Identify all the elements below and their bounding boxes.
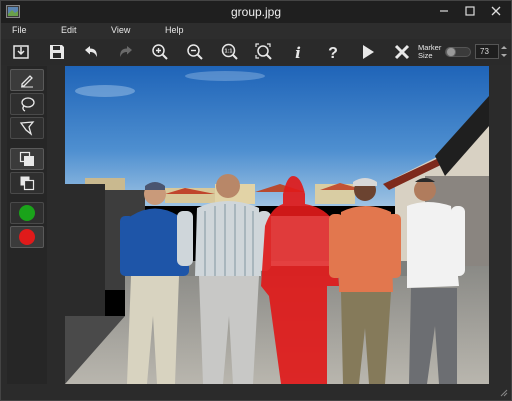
- svg-text:?: ?: [328, 45, 338, 61]
- maximize-button[interactable]: [457, 1, 483, 21]
- svg-text:i: i: [295, 44, 301, 61]
- save-button[interactable]: [46, 41, 68, 63]
- minimize-button[interactable]: [431, 1, 457, 21]
- background-color-button[interactable]: [10, 226, 44, 248]
- toolbar: 1:1 i ? Marker Size 73: [1, 39, 511, 65]
- undo-button[interactable]: [80, 41, 102, 63]
- help-icon: ?: [328, 45, 338, 61]
- play-icon: [363, 45, 374, 59]
- lasso-icon: [21, 97, 35, 112]
- svg-text:1:1: 1:1: [225, 49, 233, 55]
- redo-button[interactable]: [115, 41, 137, 63]
- menu-view[interactable]: View: [111, 25, 130, 35]
- menu-edit[interactable]: Edit: [61, 25, 77, 35]
- green-swatch: [19, 205, 35, 221]
- menu-file[interactable]: File: [12, 25, 27, 35]
- maximize-icon: [465, 6, 475, 16]
- import-button[interactable]: [10, 41, 32, 63]
- zoom-in-icon: [152, 44, 168, 60]
- zoom-1-1-icon: 1:1: [221, 43, 238, 60]
- clear-button[interactable]: [391, 41, 413, 63]
- info-icon: i: [295, 44, 301, 61]
- minimize-icon: [440, 10, 448, 12]
- marker-size-label: Marker Size: [418, 43, 442, 60]
- spin-down-icon[interactable]: [501, 54, 507, 57]
- close-icon: [491, 6, 501, 16]
- lasso-tool-button[interactable]: [10, 93, 44, 115]
- fit-button[interactable]: [253, 41, 275, 63]
- red-swatch: [19, 229, 35, 245]
- marker-size-input[interactable]: 73: [475, 44, 499, 59]
- marker-size-slider-handle[interactable]: [446, 47, 456, 57]
- actual-size-button[interactable]: 1:1: [219, 41, 241, 63]
- redo-icon: [120, 46, 132, 57]
- polygon-lasso-icon: [19, 121, 35, 136]
- zoom-out-button[interactable]: [184, 41, 206, 63]
- title-bar: group.jpg: [1, 1, 511, 23]
- foreground-color-button[interactable]: [10, 202, 44, 224]
- tool-panel: [7, 66, 47, 384]
- zoom-out-icon: [187, 44, 203, 60]
- menu-bar: File Edit View Help: [1, 23, 511, 39]
- spin-up-icon[interactable]: [501, 46, 507, 49]
- undo-icon: [85, 46, 97, 57]
- marker-size-slider[interactable]: [445, 47, 471, 57]
- marker-size-spinner[interactable]: [500, 44, 508, 59]
- pencil-tool-button[interactable]: [10, 69, 44, 91]
- save-icon: [50, 45, 64, 59]
- info-button[interactable]: i: [287, 41, 309, 63]
- close-button[interactable]: [481, 1, 511, 21]
- photo: [65, 66, 489, 384]
- layer-front-icon: [19, 151, 34, 166]
- polygon-tool-button[interactable]: [10, 117, 44, 139]
- app-window: group.jpg File Edit View Help 1:1 i ? Ma…: [0, 0, 512, 401]
- clear-icon: [394, 44, 410, 60]
- pencil-icon: [21, 75, 33, 88]
- import-icon: [13, 45, 29, 59]
- run-button[interactable]: [357, 41, 379, 63]
- layer-back-icon: [20, 176, 35, 191]
- mask-front-button[interactable]: [10, 148, 44, 170]
- help-button[interactable]: ?: [322, 41, 344, 63]
- image-canvas[interactable]: [65, 66, 489, 384]
- zoom-fit-icon: [255, 43, 272, 60]
- resize-grip-icon[interactable]: [500, 389, 508, 397]
- zoom-in-button[interactable]: [149, 41, 171, 63]
- menu-help[interactable]: Help: [165, 25, 184, 35]
- mask-back-button[interactable]: [10, 172, 44, 194]
